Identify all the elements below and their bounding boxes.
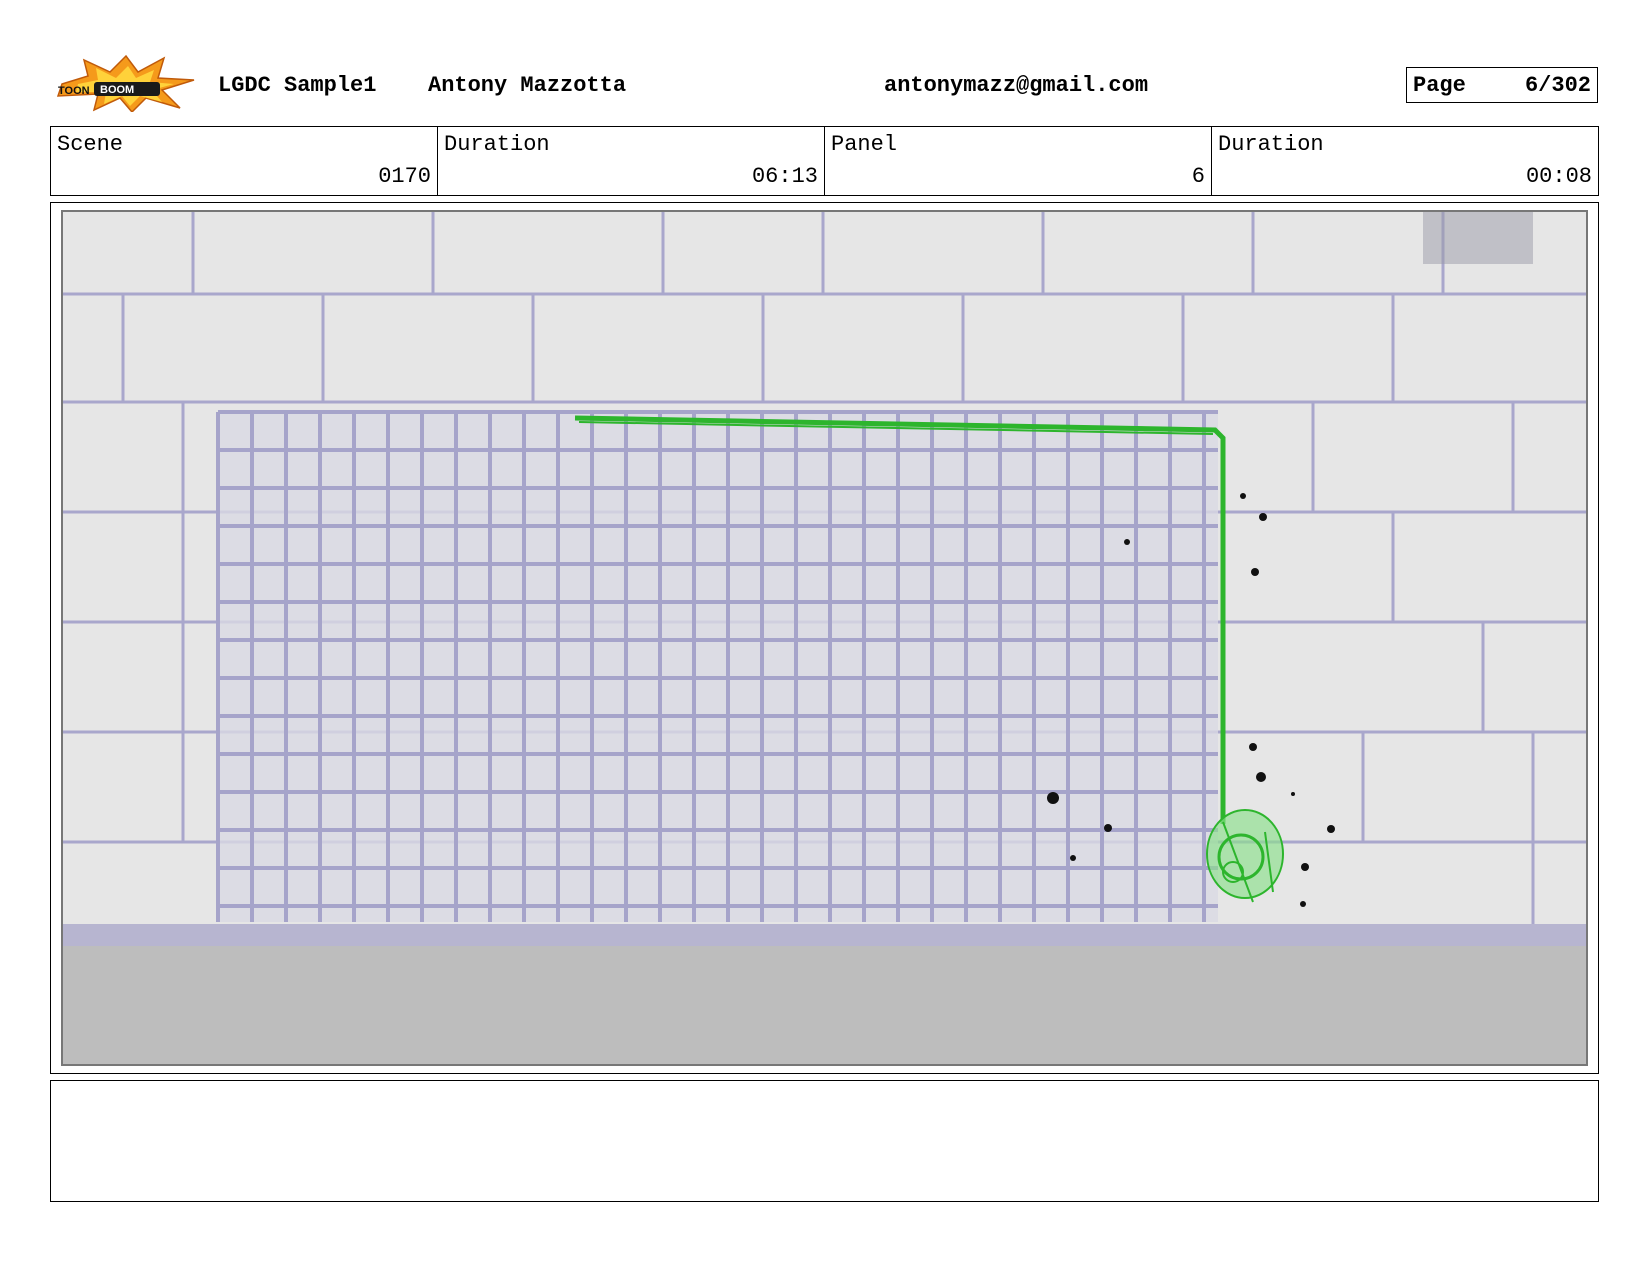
floor-edge [63,924,1586,946]
floor [63,946,1586,1064]
panel-cell: Panel 6 [824,127,1211,195]
corner-smudge [1423,212,1533,264]
panel-label: Panel [831,132,898,157]
storyboard-header: TOON BOOM LGDC Sample1 Antony Mazzotta a… [0,0,1648,120]
panel-image [61,210,1588,1066]
scene-info-row: Scene 0170 Duration 06:13 Panel 6 Durati… [50,126,1599,196]
panel-artwork [63,212,1586,1064]
scene-duration-cell: Duration 06:13 [437,127,824,195]
panel-notes [50,1080,1599,1202]
panel-value: 6 [1191,164,1205,189]
author-name: Antony Mazzotta [428,73,627,98]
panel-duration-label: Duration [1218,132,1324,157]
grate [216,410,1218,922]
page-counter: Page 6/302 [1406,67,1598,103]
scene-label: Scene [57,132,124,157]
logo-text-boom: BOOM [100,84,134,96]
project-title: LGDC Sample1 [218,73,377,98]
page-value: 6/302 [1524,73,1591,98]
author-email: antonymazz@gmail.com [884,73,1149,98]
page-label: Page [1413,73,1466,98]
scene-cell: Scene 0170 [51,127,437,195]
storyboard-panel [50,202,1599,1074]
toonboom-logo: TOON BOOM [56,54,195,112]
panel-duration-cell: Duration 00:08 [1211,127,1598,195]
logo-text-toon: TOON [58,85,90,97]
scene-value: 0170 [378,164,431,189]
scene-duration-value: 06:13 [751,164,818,189]
scene-duration-label: Duration [444,132,550,157]
panel-duration-value: 00:08 [1525,164,1592,189]
